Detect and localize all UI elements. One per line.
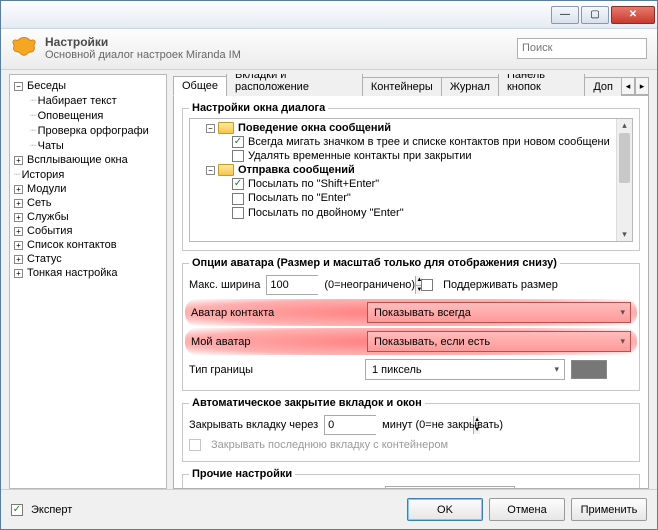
- close-after-stepper[interactable]: ▲▼: [324, 415, 376, 435]
- contact-avatar-dropdown[interactable]: Показывать всегда: [367, 302, 631, 323]
- maximize-button[interactable]: ▢: [581, 6, 609, 24]
- tree-option[interactable]: Посылать по "Enter": [248, 192, 351, 204]
- folder-icon: [218, 122, 234, 134]
- header-subtitle: Основной диалог настроек Miranda IM: [45, 49, 241, 61]
- tree-item[interactable]: История: [22, 169, 65, 181]
- tab-extra[interactable]: Доп: [584, 77, 622, 96]
- expert-label: Эксперт: [31, 504, 72, 516]
- tree-option[interactable]: Удалять временные контакты при закрытии: [248, 150, 472, 162]
- tab-content: Настройки окна диалога −Поведение окна с…: [173, 96, 649, 489]
- folder-icon: [218, 164, 234, 176]
- titlebar: — ▢ ✕: [1, 1, 657, 29]
- keep-size-label: Поддерживать размер: [443, 279, 558, 291]
- tab-layout[interactable]: Вкладки и расположение: [226, 74, 363, 96]
- tree-group[interactable]: Поведение окна сообщений: [238, 122, 391, 134]
- contact-avatar-label: Аватар контакта: [191, 307, 361, 319]
- tree-item[interactable]: Оповещения: [38, 110, 104, 122]
- close-button[interactable]: ✕: [611, 6, 655, 24]
- tree-item[interactable]: Тонкая настройка: [27, 267, 118, 279]
- tree-item[interactable]: Службы: [27, 211, 69, 223]
- group-legend: Автоматическое закрытие вкладок и окон: [189, 397, 425, 409]
- max-width-label: Макс. ширина: [189, 279, 260, 291]
- tab-log[interactable]: Журнал: [441, 77, 499, 96]
- avatar-options: Опции аватара (Размер и масштаб только д…: [182, 257, 640, 391]
- checkbox[interactable]: [232, 178, 244, 190]
- minutes-label: минут (0=не закрывать): [382, 419, 503, 431]
- other-settings: Прочие настройки Форматирование текста к…: [182, 468, 640, 489]
- checkbox[interactable]: [232, 150, 244, 162]
- my-avatar-label: Мой аватар: [191, 336, 361, 348]
- scrollbar[interactable]: [616, 119, 632, 241]
- footer: Эксперт OK Отмена Применить: [1, 489, 657, 529]
- tab-buttons[interactable]: Панель кнопок: [498, 74, 585, 96]
- tab-bar: Общее Вкладки и расположение Контейнеры …: [173, 74, 649, 96]
- hint-text: (0=неограничено): [324, 279, 415, 291]
- ok-button[interactable]: OK: [407, 498, 483, 521]
- tree-item[interactable]: Сеть: [27, 197, 51, 209]
- tree-item[interactable]: Модули: [27, 183, 66, 195]
- settings-tree[interactable]: −Поведение окна сообщений Всегда мигать …: [189, 118, 633, 242]
- tab-scroll-left[interactable]: ◂: [621, 77, 635, 95]
- category-tree[interactable]: −Беседы ┈Набирает текст ┈Оповещения ┈Про…: [9, 74, 167, 489]
- apply-button[interactable]: Применить: [571, 498, 647, 521]
- expert-checkbox[interactable]: [11, 504, 23, 516]
- app-icon: [11, 35, 37, 61]
- minimize-button[interactable]: —: [551, 6, 579, 24]
- tree-item[interactable]: Список контактов: [27, 239, 117, 251]
- close-last-label: Закрывать последнюю вкладку с контейнеро…: [211, 439, 448, 451]
- tab-scroll-right[interactable]: ▸: [635, 77, 649, 95]
- cancel-button[interactable]: Отмена: [489, 498, 565, 521]
- border-type-label: Тип границы: [189, 364, 359, 376]
- tree-option[interactable]: Посылать по "Shift+Enter": [248, 178, 379, 190]
- tree-group[interactable]: Отправка сообщений: [238, 164, 355, 176]
- border-color-swatch[interactable]: [571, 360, 607, 379]
- max-width-stepper[interactable]: ▲▼: [266, 275, 318, 295]
- tree-item[interactable]: Статус: [27, 253, 62, 265]
- group-legend: Опции аватара (Размер и масштаб только д…: [189, 257, 560, 269]
- tree-option[interactable]: Всегда мигать значком в трее и списке ко…: [248, 136, 610, 148]
- tab-containers[interactable]: Контейнеры: [362, 77, 442, 96]
- search-input[interactable]: [517, 38, 647, 59]
- dialog-window-settings: Настройки окна диалога −Поведение окна с…: [182, 102, 640, 251]
- header: Настройки Основной диалог настроек Miran…: [1, 29, 657, 70]
- group-legend: Прочие настройки: [189, 468, 295, 480]
- border-type-dropdown[interactable]: 1 пиксель: [365, 359, 565, 380]
- checkbox[interactable]: [232, 136, 244, 148]
- close-after-label: Закрывать вкладку через: [189, 419, 318, 431]
- settings-window: — ▢ ✕ Настройки Основной диалог настроек…: [0, 0, 658, 530]
- tree-item[interactable]: Всплывающие окна: [27, 154, 128, 166]
- close-last-checkbox[interactable]: [189, 439, 201, 451]
- tree-item[interactable]: Беседы: [27, 80, 66, 92]
- tree-item[interactable]: Набирает текст: [38, 95, 117, 107]
- my-avatar-dropdown[interactable]: Показывать, если есть: [367, 331, 631, 352]
- tab-general[interactable]: Общее: [173, 76, 227, 96]
- tree-item[interactable]: События: [27, 225, 72, 237]
- tree-item[interactable]: Проверка орфографи: [38, 125, 149, 137]
- tree-item[interactable]: Чаты: [38, 140, 64, 152]
- keep-size-checkbox[interactable]: [421, 279, 433, 291]
- tree-option[interactable]: Посылать по двойному "Enter": [248, 207, 404, 219]
- header-title: Настройки: [45, 35, 241, 49]
- group-legend: Настройки окна диалога: [189, 102, 328, 114]
- checkbox[interactable]: [232, 193, 244, 205]
- autoclose-options: Автоматическое закрытие вкладок и окон З…: [182, 397, 640, 462]
- checkbox[interactable]: [232, 207, 244, 219]
